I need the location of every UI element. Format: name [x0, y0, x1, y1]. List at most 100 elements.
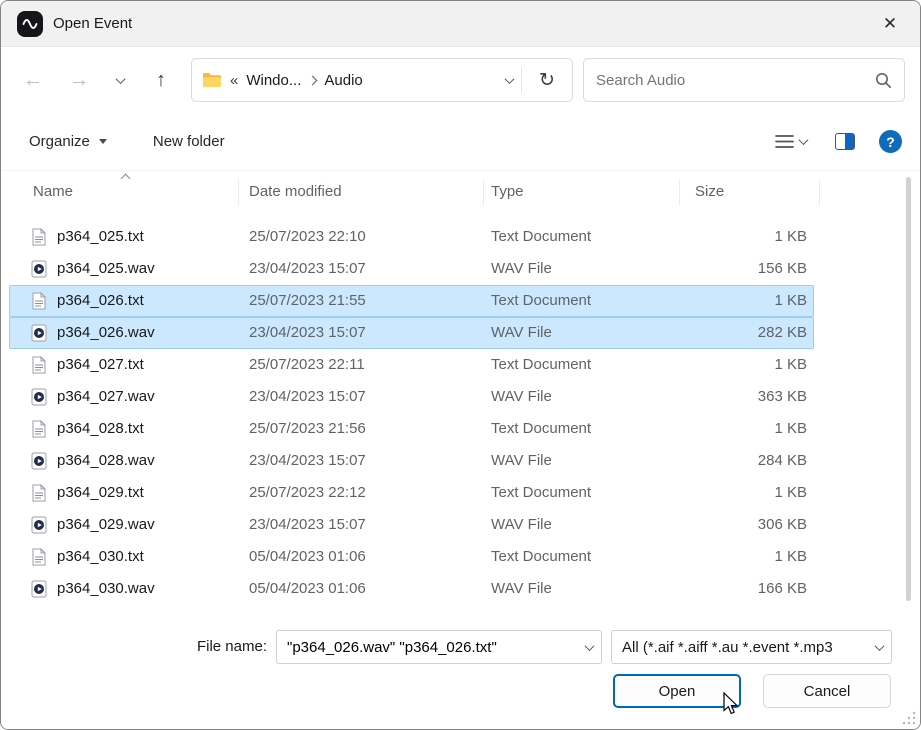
file-type: WAV File — [491, 509, 552, 541]
file-icon-cell — [31, 228, 49, 246]
close-button[interactable]: ✕ — [874, 8, 906, 40]
file-type: Text Document — [491, 349, 591, 381]
window-title: Open Event — [53, 15, 132, 32]
search-input[interactable] — [596, 72, 875, 89]
breadcrumb-current[interactable]: Audio — [324, 72, 362, 89]
cancel-button[interactable]: Cancel — [763, 674, 891, 708]
file-name: p364_027.txt — [57, 349, 144, 381]
file-row[interactable]: p364_028.wav 23/04/2023 15:07 WAV File 2… — [9, 445, 814, 477]
file-type: Text Document — [491, 541, 591, 573]
file-row[interactable]: p364_026.txt 25/07/2023 21:55 Text Docum… — [9, 285, 814, 317]
open-event-dialog: Open Event ✕ ← → ↑ « Windo... Audio ↻ Or… — [0, 0, 921, 730]
file-type: Text Document — [491, 477, 591, 509]
file-date: 25/07/2023 22:12 — [249, 477, 366, 509]
file-icon-cell — [31, 324, 49, 342]
vertical-scrollbar[interactable] — [906, 177, 912, 601]
file-type-combobox[interactable]: All (*.aif *.aiff *.au *.event *.mp3 — [611, 630, 892, 664]
file-name-combobox[interactable] — [276, 630, 602, 664]
view-controls: ? — [771, 129, 902, 154]
column-header-date-modified[interactable]: Date modified — [249, 171, 342, 213]
file-date: 23/04/2023 15:07 — [249, 509, 366, 541]
resize-grip[interactable] — [902, 711, 916, 725]
navigation-bar: ← → ↑ « Windo... Audio ↻ — [1, 47, 920, 113]
file-size: 156 KB — [607, 253, 807, 285]
file-icon-cell — [31, 260, 49, 278]
address-bar[interactable]: « Windo... Audio ↻ — [191, 58, 573, 102]
folder-icon — [202, 72, 222, 88]
file-icon-cell — [31, 356, 49, 374]
open-button[interactable]: Open — [613, 674, 741, 708]
file-type: Text Document — [491, 285, 591, 317]
scrollbar-thumb[interactable] — [906, 177, 911, 601]
new-folder-button[interactable]: New folder — [143, 127, 235, 156]
file-size: 284 KB — [607, 445, 807, 477]
file-name: p364_030.txt — [57, 541, 144, 573]
file-icon-cell — [31, 548, 49, 566]
text-document-icon — [31, 420, 47, 438]
column-header-type[interactable]: Type — [491, 171, 524, 213]
file-date: 05/04/2023 01:06 — [249, 573, 366, 605]
file-name: p364_025.txt — [57, 221, 144, 253]
file-row[interactable]: p364_030.wav 05/04/2023 01:06 WAV File 1… — [9, 573, 814, 605]
wav-file-icon — [31, 260, 47, 278]
breadcrumb-overflow[interactable]: « — [230, 72, 238, 89]
text-document-icon — [31, 484, 47, 502]
sort-ascending-icon — [121, 174, 131, 184]
file-row[interactable]: p364_025.txt 25/07/2023 22:10 Text Docum… — [9, 221, 814, 253]
file-name: p364_029.wav — [57, 509, 155, 541]
file-row[interactable]: p364_025.wav 23/04/2023 15:07 WAV File 1… — [9, 253, 814, 285]
file-row[interactable]: p364_027.wav 23/04/2023 15:07 WAV File 3… — [9, 381, 814, 413]
column-divider — [819, 179, 820, 206]
file-size: 363 KB — [607, 381, 807, 413]
preview-pane-button[interactable] — [831, 129, 859, 154]
text-document-icon — [31, 292, 47, 310]
file-row[interactable]: p364_030.txt 05/04/2023 01:06 Text Docum… — [9, 541, 814, 573]
file-row[interactable]: p364_027.txt 25/07/2023 22:11 Text Docum… — [9, 349, 814, 381]
file-name: p364_030.wav — [57, 573, 155, 605]
file-row[interactable]: p364_029.wav 23/04/2023 15:07 WAV File 3… — [9, 509, 814, 541]
column-header-name[interactable]: Name — [33, 171, 73, 213]
file-row[interactable]: p364_029.txt 25/07/2023 22:12 Text Docum… — [9, 477, 814, 509]
file-name-input[interactable] — [287, 639, 580, 656]
file-name-label: File name: — [171, 630, 267, 664]
file-type-value: All (*.aif *.aiff *.au *.event *.mp3 — [622, 639, 870, 656]
list-view-icon — [775, 134, 794, 149]
dialog-footer: File name: All (*.aif *.aiff *.au *.even… — [1, 605, 920, 729]
chevron-down-icon[interactable] — [585, 641, 595, 651]
file-type: WAV File — [491, 573, 552, 605]
file-icon-cell — [31, 452, 49, 470]
help-button[interactable]: ? — [879, 130, 902, 153]
chevron-right-icon — [308, 75, 318, 85]
wav-file-icon — [31, 452, 47, 470]
wav-file-icon — [31, 516, 47, 534]
column-divider — [679, 179, 680, 206]
file-name: p364_027.wav — [57, 381, 155, 413]
search-box[interactable] — [583, 58, 905, 102]
refresh-button[interactable]: ↻ — [530, 63, 564, 97]
wav-file-icon — [31, 324, 47, 342]
file-icon-cell — [31, 420, 49, 438]
address-dropdown-icon[interactable] — [505, 74, 515, 84]
recent-locations-button[interactable] — [108, 63, 132, 97]
file-row[interactable]: p364_028.txt 25/07/2023 21:56 Text Docum… — [9, 413, 814, 445]
file-size: 166 KB — [607, 573, 807, 605]
file-icon-cell — [31, 292, 49, 310]
file-row[interactable]: p364_026.wav 23/04/2023 15:07 WAV File 2… — [9, 317, 814, 349]
file-size: 1 KB — [607, 477, 807, 509]
search-icon — [875, 72, 892, 89]
divider — [521, 67, 522, 93]
file-size: 1 KB — [607, 221, 807, 253]
back-button[interactable]: ← — [16, 63, 50, 97]
change-view-button[interactable] — [771, 130, 811, 153]
organize-button[interactable]: Organize — [19, 127, 117, 156]
breadcrumb-parent[interactable]: Windo... — [246, 72, 301, 89]
up-button[interactable]: ↑ — [144, 63, 178, 97]
forward-button[interactable]: → — [62, 63, 96, 97]
preview-pane-icon — [835, 133, 855, 150]
chevron-down-icon[interactable] — [875, 641, 885, 651]
file-type: Text Document — [491, 221, 591, 253]
file-size: 1 KB — [607, 349, 807, 381]
file-type: WAV File — [491, 317, 552, 349]
organize-label: Organize — [29, 133, 90, 150]
column-header-size[interactable]: Size — [695, 171, 724, 213]
